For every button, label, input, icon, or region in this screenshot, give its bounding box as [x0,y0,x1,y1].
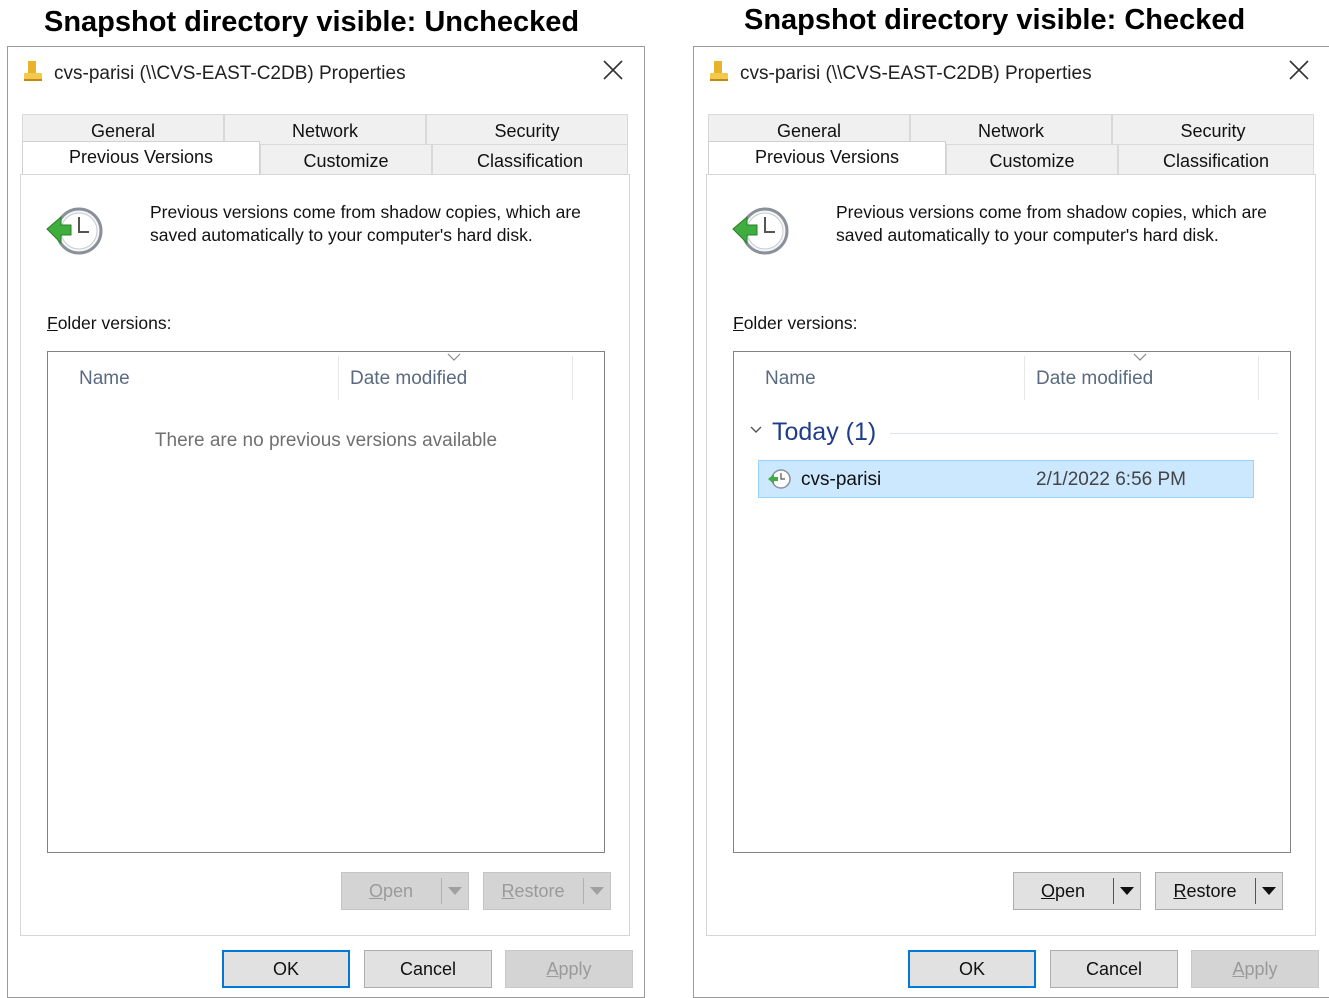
dialog-title: cvs-parisi (\\CVS-EAST-C2DB) Properties [740,63,1092,84]
tab-general[interactable]: General [22,114,224,144]
description-text: Previous versions come from shadow copie… [150,201,620,247]
column-divider[interactable] [1258,356,1259,400]
list-item[interactable]: cvs-parisi 2/1/2022 6:56 PM [758,460,1254,498]
tab-network[interactable]: Network [224,114,426,144]
tab-previous-versions[interactable]: Previous Versions [22,141,260,174]
description-line-1: Previous versions come from shadow copie… [150,202,581,222]
tab-classification[interactable]: Classification [432,144,628,174]
title-bar: cvs-parisi (\\CVS-EAST-C2DB) Properties [8,47,644,101]
tab-security[interactable]: Security [1112,114,1314,144]
open-button-label: Open [368,881,414,901]
restore-dropdown-arrow-icon[interactable] [590,887,604,895]
title-bar: cvs-parisi (\\CVS-EAST-C2DB) Properties [694,47,1329,101]
open-button[interactable]: Open [341,872,469,910]
split-divider [1255,878,1256,904]
restore-button[interactable]: Restore [483,872,611,910]
tab-security[interactable]: Security [426,114,628,144]
chevron-down-icon[interactable] [748,422,764,438]
sort-caret-icon [1133,353,1147,361]
tab-general[interactable]: General [708,114,910,144]
folder-versions-label: Folder versions: [733,313,858,333]
caption-unchecked: Snapshot directory visible: Unchecked [44,6,580,38]
tab-previous-versions[interactable]: Previous Versions [708,141,946,174]
split-divider [1113,878,1114,904]
previous-versions-panel: Previous versions come from shadow copie… [706,174,1316,936]
apply-button[interactable]: Apply [1191,950,1319,988]
version-date: 2/1/2022 6:56 PM [1036,469,1186,490]
restore-button[interactable]: Restore [1155,872,1283,910]
tab-customize[interactable]: Customize [260,144,432,174]
column-header-date-modified[interactable]: Date modified [350,368,467,390]
tab-row-top: General Network Security [22,114,628,144]
split-divider [583,878,584,904]
tab-classification[interactable]: Classification [1118,144,1314,174]
sort-caret-icon [447,353,461,361]
folder-icon [710,61,728,81]
versions-list[interactable]: Name Date modified Today (1) cvs-parisi … [733,351,1291,853]
tab-row-bottom: Previous Versions Customize Classificati… [708,141,1314,174]
tab-row-top: General Network Security [708,114,1314,144]
ok-button[interactable]: OK [908,950,1036,988]
tab-customize[interactable]: Customize [946,144,1118,174]
restore-dropdown-arrow-icon[interactable] [1262,887,1276,895]
column-divider[interactable] [338,356,339,400]
properties-dialog-checked: cvs-parisi (\\CVS-EAST-C2DB) Properties … [693,46,1329,998]
apply-button[interactable]: Apply [505,950,633,988]
description-line-1: Previous versions come from shadow copie… [836,202,1267,222]
tab-row-bottom: Previous Versions Customize Classificati… [22,141,628,174]
tab-network[interactable]: Network [910,114,1112,144]
column-header-date-modified[interactable]: Date modified [1036,368,1153,390]
restore-button-label: Restore [1173,881,1237,901]
open-button[interactable]: Open [1013,872,1141,910]
split-divider [441,878,442,904]
version-clock-icon [768,469,791,489]
open-dropdown-arrow-icon[interactable] [1120,887,1134,895]
column-divider[interactable] [1024,356,1025,400]
column-divider[interactable] [572,356,573,400]
open-dropdown-arrow-icon[interactable] [448,887,462,895]
cancel-button[interactable]: Cancel [364,950,492,988]
folder-versions-label: Folder versions: [47,313,172,333]
description-line-2: saved automatically to your computer's h… [836,225,1219,245]
empty-message: There are no previous versions available [154,430,498,451]
previous-versions-clock-icon [46,207,103,255]
close-icon[interactable] [1286,57,1312,83]
column-header-name[interactable]: Name [79,368,130,390]
previous-versions-clock-icon [732,207,789,255]
description-text: Previous versions come from shadow copie… [836,201,1306,247]
caption-checked: Snapshot directory visible: Checked [744,4,1246,36]
group-header-today[interactable]: Today (1) [772,418,876,447]
version-name: cvs-parisi [801,469,882,490]
versions-list[interactable]: Name Date modified There are no previous… [47,351,605,853]
description-line-2: saved automatically to your computer's h… [150,225,533,245]
previous-versions-panel: Previous versions come from shadow copie… [20,174,630,936]
open-button-label: Open [1040,881,1086,901]
column-header-name[interactable]: Name [765,368,816,390]
cancel-button[interactable]: Cancel [1050,950,1178,988]
ok-button[interactable]: OK [222,950,350,988]
folder-icon [24,61,42,81]
properties-dialog-unchecked: cvs-parisi (\\CVS-EAST-C2DB) Properties … [7,46,645,998]
dialog-title: cvs-parisi (\\CVS-EAST-C2DB) Properties [54,63,406,84]
group-divider [890,433,1278,434]
close-icon[interactable] [600,57,626,83]
restore-button-label: Restore [501,881,565,901]
